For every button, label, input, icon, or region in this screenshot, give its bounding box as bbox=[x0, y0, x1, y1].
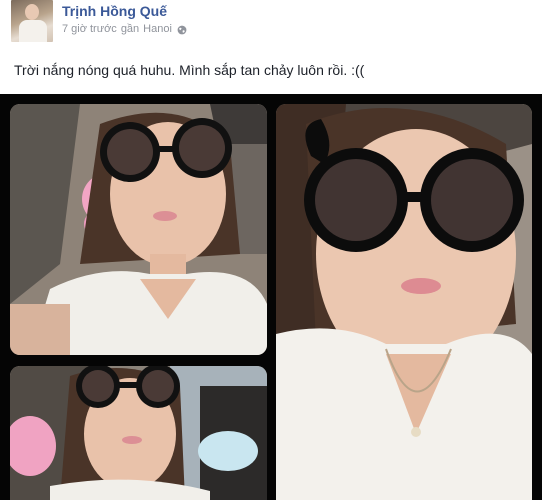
author-name-link[interactable]: Trịnh Hồng Quế bbox=[62, 3, 167, 19]
photo-car-selfie-right-image bbox=[276, 104, 532, 500]
photo-car-selfie-bottom-image bbox=[10, 366, 267, 500]
post-location[interactable]: Hanoi bbox=[143, 23, 172, 35]
post-meta: 7 giờ trước gần Hanoi bbox=[62, 23, 187, 35]
avatar[interactable] bbox=[11, 0, 53, 42]
avatar-shirt bbox=[19, 20, 47, 42]
location-prefix: gần bbox=[120, 23, 140, 35]
photo-car-selfie-right[interactable] bbox=[276, 104, 532, 500]
post-header: Trịnh Hồng Quế 7 giờ trước gần Hanoi bbox=[0, 0, 542, 48]
facebook-post: Trịnh Hồng Quế 7 giờ trước gần Hanoi Trờ… bbox=[0, 0, 542, 500]
globe-icon[interactable] bbox=[177, 25, 187, 35]
post-timestamp[interactable]: 7 giờ trước bbox=[62, 23, 117, 35]
photo-car-selfie-left[interactable] bbox=[10, 104, 267, 355]
photo-car-selfie-left-image bbox=[10, 104, 267, 355]
photo-car-selfie-bottom[interactable] bbox=[10, 366, 267, 500]
post-status-text: Trời nắng nóng quá huhu. Mình sắp tan ch… bbox=[14, 62, 365, 78]
avatar-face bbox=[25, 4, 39, 20]
photo-collage bbox=[0, 94, 542, 500]
